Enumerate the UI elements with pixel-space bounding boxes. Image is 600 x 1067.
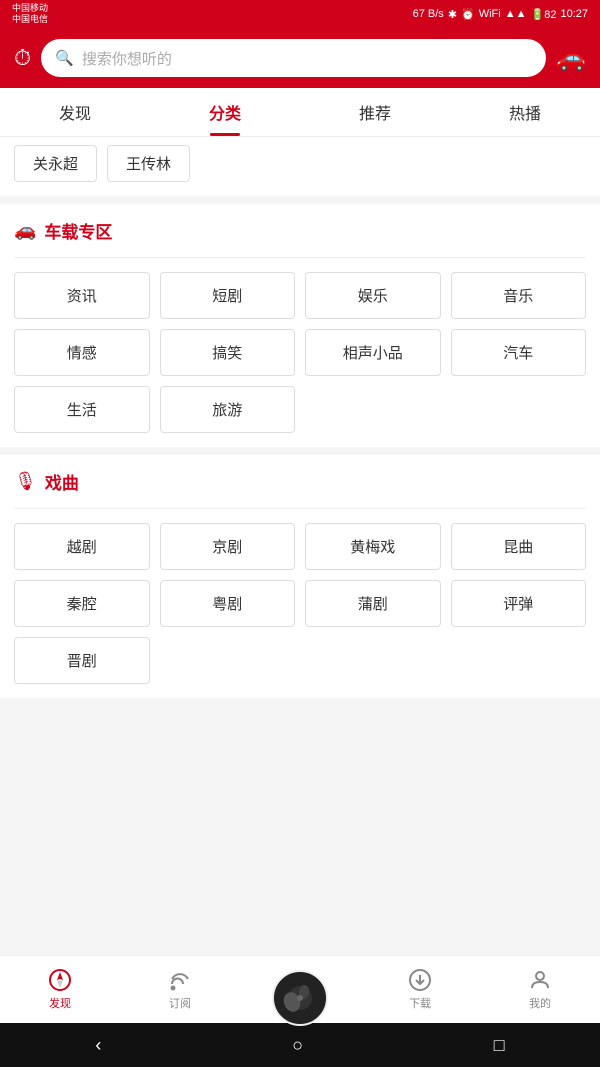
time-display: 10:27: [560, 8, 588, 20]
section-opera-header: 🎙 戏曲: [14, 469, 586, 494]
opera-tag-5[interactable]: 粤剧: [160, 580, 296, 627]
carzone-tag-grid: 资讯 短剧 娱乐 音乐 情感 搞笑 相声小品 汽车 生活 旅游: [14, 272, 586, 433]
android-back-btn[interactable]: ‹: [95, 1035, 101, 1056]
section-carzone-title: 车载专区: [44, 218, 112, 243]
opera-tag-4[interactable]: 秦腔: [14, 580, 150, 627]
clock-icon[interactable]: ⏱: [14, 45, 31, 71]
carzone-tag-4[interactable]: 情感: [14, 329, 150, 376]
section-carzone-divider: [14, 257, 586, 258]
now-playing-art: [274, 972, 326, 1024]
artist-row: 关永超 王传林: [0, 137, 600, 196]
bottom-nav: 发现 订阅 下载: [0, 955, 600, 1023]
now-playing-circle: [272, 970, 328, 1026]
wifi-icon: WiFi: [479, 8, 501, 20]
artist-tag-0[interactable]: 关永超: [14, 145, 97, 182]
nav-subscribe-label: 订阅: [169, 995, 191, 1011]
section-carzone: 🚗 车载专区 资讯 短剧 娱乐 音乐 情感 搞笑 相声小品 汽车 生活 旅游: [0, 204, 600, 447]
android-nav-bar: ‹ ○ □: [0, 1023, 600, 1067]
opera-tag-1[interactable]: 京剧: [160, 523, 296, 570]
rss-icon: [168, 968, 192, 992]
status-right: 67 B/s ✱ ⏰ WiFi ▲▲ 🔋82 10:27: [413, 8, 588, 21]
nav-find[interactable]: 发现: [0, 960, 120, 1019]
carzone-tag-3[interactable]: 音乐: [451, 272, 587, 319]
tab-category[interactable]: 分类: [150, 88, 300, 136]
tab-find[interactable]: 发现: [0, 88, 150, 136]
opera-tag-8[interactable]: 晋剧: [14, 637, 150, 684]
search-bar[interactable]: 🔍 搜索你想听的: [41, 39, 546, 77]
nav-mine[interactable]: 我的: [480, 960, 600, 1019]
car-section-icon: 🚗: [14, 220, 36, 241]
compass-icon: [48, 968, 72, 992]
android-recent-btn[interactable]: □: [494, 1035, 505, 1056]
nav-download-label: 下载: [409, 995, 431, 1011]
bluetooth-icon: ✱: [448, 8, 457, 21]
nav-tabs: 发现 分类 推荐 热播: [0, 88, 600, 137]
status-bar: 中国移动 中国电信 67 B/s ✱ ⏰ WiFi ▲▲ 🔋82 10:27: [0, 0, 600, 28]
carzone-tag-0[interactable]: 资讯: [14, 272, 150, 319]
carzone-tag-5[interactable]: 搞笑: [160, 329, 296, 376]
carzone-tag-1[interactable]: 短剧: [160, 272, 296, 319]
opera-tag-3[interactable]: 昆曲: [451, 523, 587, 570]
nav-download[interactable]: 下载: [360, 960, 480, 1019]
opera-tag-7[interactable]: 评弹: [451, 580, 587, 627]
section-opera-title: 戏曲: [45, 469, 79, 494]
tab-hot[interactable]: 热播: [450, 88, 600, 136]
android-home-btn[interactable]: ○: [292, 1035, 303, 1056]
mic-section-icon: 🎙: [14, 471, 37, 492]
nav-subscribe[interactable]: 订阅: [120, 960, 240, 1019]
artist-tag-1[interactable]: 王传林: [107, 145, 190, 182]
nav-find-label: 发现: [49, 995, 71, 1011]
battery-icon: 🔋82: [531, 8, 557, 21]
scroll-content: 关永超 王传林 🚗 车载专区 资讯 短剧 娱乐 音乐 情感 搞笑 相声小品 汽车…: [0, 137, 600, 955]
section-carzone-header: 🚗 车载专区: [14, 218, 586, 243]
opera-tag-0[interactable]: 越剧: [14, 523, 150, 570]
speed-indicator: 67 B/s: [413, 8, 444, 20]
tab-recommend[interactable]: 推荐: [300, 88, 450, 136]
header: ⏱ 🔍 搜索你想听的 🚗: [0, 28, 600, 88]
carrier-info: 中国移动 中国电信: [12, 3, 48, 25]
carzone-tag-6[interactable]: 相声小品: [305, 329, 441, 376]
search-icon: 🔍: [55, 49, 74, 67]
carzone-tag-7[interactable]: 汽车: [451, 329, 587, 376]
alarm-icon: ⏰: [461, 8, 475, 21]
carzone-tag-8[interactable]: 生活: [14, 386, 150, 433]
user-icon: [528, 968, 552, 992]
carzone-tag-2[interactable]: 娱乐: [305, 272, 441, 319]
opera-tag-6[interactable]: 蒲剧: [305, 580, 441, 627]
opera-tag-2[interactable]: 黄梅戏: [305, 523, 441, 570]
carzone-tag-9[interactable]: 旅游: [160, 386, 296, 433]
nav-mine-label: 我的: [529, 995, 551, 1011]
search-placeholder: 搜索你想听的: [82, 48, 172, 69]
section-opera-divider: [14, 508, 586, 509]
car-icon[interactable]: 🚗: [556, 44, 586, 73]
section-opera: 🎙 戏曲 越剧 京剧 黄梅戏 昆曲 秦腔 粤剧 蒲剧 评弹 晋剧: [0, 455, 600, 698]
download-icon: [408, 968, 432, 992]
signal-icon: ▲▲: [505, 8, 527, 20]
opera-tag-grid: 越剧 京剧 黄梅戏 昆曲 秦腔 粤剧 蒲剧 评弹 晋剧: [14, 523, 586, 684]
